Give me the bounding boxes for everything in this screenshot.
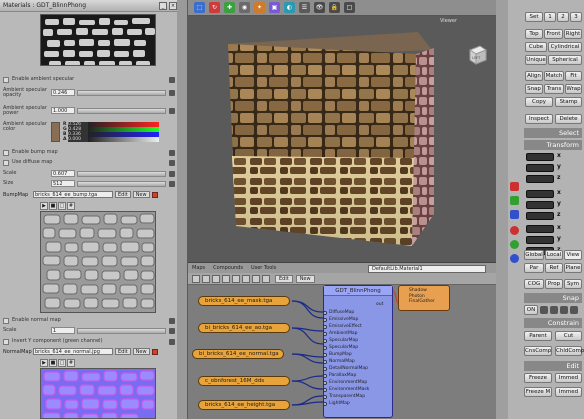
right-button[interactable]: Right xyxy=(564,29,582,39)
texture-node-mask[interactable]: bricks_614_ee_mask.tga xyxy=(198,296,290,306)
port-finalgather[interactable]: FinalGather xyxy=(409,299,449,305)
immed-button[interactable]: Immed xyxy=(555,373,582,383)
port-environmentmap[interactable]: EnvironmentMap xyxy=(323,380,367,385)
port-detailnormalmap[interactable]: DetailNormalMap xyxy=(323,366,368,371)
translate-x-field[interactable] xyxy=(526,225,554,233)
scale-x-field[interactable] xyxy=(526,153,554,161)
chldcomp-button[interactable]: ChldComp xyxy=(555,346,584,356)
tool-icons-strip xyxy=(496,0,508,419)
port-transparentmap[interactable]: TransparentMap xyxy=(323,394,365,399)
view-button[interactable]: View xyxy=(564,250,582,260)
freeze-button[interactable]: Freeze xyxy=(524,373,552,383)
port-parallaxmap[interactable]: ParallaxMap xyxy=(323,373,356,378)
snap-uv-button[interactable]: Snap xyxy=(525,84,543,94)
snap-on-button[interactable]: ON xyxy=(524,305,538,315)
heart-icon[interactable] xyxy=(510,254,519,263)
texture-node-ao[interactable]: bi_bricks_614_ee_ao.tga xyxy=(198,323,290,333)
blinn-phong-node-title: GDT_BlinnPhong xyxy=(324,286,392,296)
port-ambientmap[interactable]: AmbientMap xyxy=(323,331,357,336)
heart-icon[interactable] xyxy=(510,226,519,235)
sym-button[interactable]: Sym xyxy=(564,279,582,289)
translate-tool-icon[interactable] xyxy=(510,210,519,219)
cnscomp-button[interactable]: CnsComp xyxy=(524,346,552,356)
snap-curve-icon[interactable] xyxy=(560,306,568,314)
set-button[interactable]: Set xyxy=(525,12,543,22)
port-emissiveeffect[interactable]: EmissiveEffect xyxy=(323,324,362,329)
heart-icon[interactable] xyxy=(510,240,519,249)
cylindrical-button[interactable]: Cylindrical xyxy=(548,42,582,52)
scale-tool-icon[interactable] xyxy=(510,182,519,191)
stamp-button[interactable]: Stamp xyxy=(555,97,582,107)
plane-button[interactable]: Plane xyxy=(564,263,582,273)
freeze-m-button[interactable]: Freeze M xyxy=(524,387,552,397)
match-button[interactable]: Match xyxy=(544,71,564,81)
align-button[interactable]: Align xyxy=(525,71,543,81)
transform-section-header[interactable]: Transform xyxy=(524,140,582,150)
port-emissivemap[interactable]: EmissiveMap xyxy=(323,317,358,322)
set-3-button[interactable]: 3 xyxy=(570,12,582,22)
translate-y-field[interactable] xyxy=(526,236,554,244)
cut-button[interactable]: Cut xyxy=(555,331,582,341)
ref-button[interactable]: Ref xyxy=(545,263,563,273)
wrap-button[interactable]: Wrap xyxy=(565,84,582,94)
snap-point-icon[interactable] xyxy=(550,306,558,314)
softimage-window: Materials : GDT_BlinnPhong _ × Enable am… xyxy=(0,0,584,419)
local-button[interactable]: Local xyxy=(545,250,563,260)
port-lightmap[interactable]: LightMap xyxy=(323,401,350,406)
delete-button[interactable]: Delete xyxy=(555,114,582,124)
set-2-button[interactable]: 2 xyxy=(557,12,569,22)
blinn-phong-node[interactable]: GDT_BlinnPhong out DiffuseMap EmissiveMa… xyxy=(323,285,393,418)
front-button[interactable]: Front xyxy=(544,29,563,39)
texture-node-dds[interactable]: c_obnforest_16M_dds xyxy=(198,376,290,386)
material-output-node[interactable]: Shadow Photon FinalGather xyxy=(398,285,450,311)
snap-surface-icon[interactable] xyxy=(570,306,578,314)
immed-2-button[interactable]: Immed xyxy=(555,387,582,397)
select-section-header[interactable]: Select xyxy=(524,128,582,138)
global-button[interactable]: Global xyxy=(524,250,544,260)
parent-button[interactable]: Parent xyxy=(524,331,552,341)
rotate-tool-icon[interactable] xyxy=(510,196,519,205)
scale-z-field[interactable] xyxy=(526,175,554,183)
set-1-button[interactable]: 1 xyxy=(544,12,556,22)
port-specularmap[interactable]: SpecularMap xyxy=(323,338,358,343)
top-button[interactable]: Top xyxy=(525,29,543,39)
unique-button[interactable]: Unique xyxy=(525,55,547,65)
port-normalmap[interactable]: NormalMap xyxy=(323,359,355,364)
port-specularmap-2[interactable]: SpecularMap xyxy=(323,345,358,350)
rotate-y-field[interactable] xyxy=(526,201,554,209)
snap-section-header[interactable]: Snap xyxy=(524,293,582,303)
node-output-port[interactable]: out xyxy=(376,302,383,307)
texture-node-normal[interactable]: bi_bricks_614_ee_normal.tga xyxy=(192,349,284,359)
par-button[interactable]: Par xyxy=(524,263,544,273)
cog-button[interactable]: COG xyxy=(524,279,544,289)
rotate-x-field[interactable] xyxy=(526,190,554,198)
spherical-button[interactable]: Spherical xyxy=(548,55,582,65)
texture-node-height[interactable]: bricks_614_ee_height.tga xyxy=(198,400,290,410)
port-diffusemap[interactable]: DiffuseMap xyxy=(323,310,354,315)
trans-button[interactable]: Trans xyxy=(544,84,564,94)
port-environmentmask[interactable]: EnvironmentMask xyxy=(323,387,369,392)
edit-section-header[interactable]: Edit xyxy=(524,361,582,371)
prop-button[interactable]: Prop xyxy=(545,279,563,289)
inspect-button[interactable]: Inspect xyxy=(525,114,553,124)
cube-button[interactable]: Cube xyxy=(525,42,547,52)
copy-button[interactable]: Copy xyxy=(525,97,553,107)
port-bumpmap[interactable]: BumpMap xyxy=(323,352,352,357)
scale-y-field[interactable] xyxy=(526,164,554,172)
rotate-z-field[interactable] xyxy=(526,212,554,220)
constrain-section-header[interactable]: Constrain xyxy=(524,318,582,328)
snap-grid-icon[interactable] xyxy=(540,306,548,314)
fit-button[interactable]: Fit xyxy=(565,71,582,81)
